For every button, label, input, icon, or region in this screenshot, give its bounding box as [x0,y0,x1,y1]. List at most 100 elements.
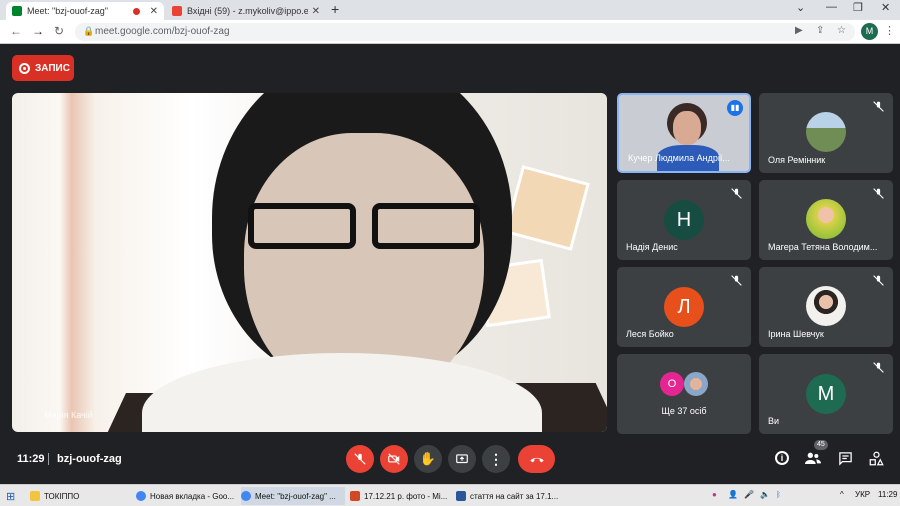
participant-name: Оля Ремінник [768,155,826,165]
mic-off-icon [354,453,366,465]
speaker-glasses [244,203,484,253]
info-icon: i [775,451,789,465]
tab-title: Meet: "bzj-ouof-zag" [27,6,108,16]
lock-icon: 🔒 [83,26,95,36]
word-icon [456,491,466,501]
browser-toolbar: ← → ↻ 🔒 meet.google.com/bzj-ouof-zag ▶ ⇪… [0,20,900,44]
chat-button[interactable] [837,450,853,466]
recording-indicator-icon [132,7,140,15]
address-bar[interactable]: 🔒 meet.google.com/bzj-ouof-zag ▶ ⇪ ☆ [75,23,855,41]
back-button[interactable]: ← [10,24,22,38]
participant-tile[interactable]: ▮▮ Кучер Людмила Андрії... [617,93,751,173]
tray-app-icon[interactable]: ● [712,490,717,499]
mic-icon[interactable]: 🎤 [744,490,754,499]
close-window-button[interactable]: ✕ [881,1,890,14]
taskbar-item[interactable]: Новая вкладка - Goo... [136,487,236,505]
forward-button[interactable]: → [32,24,44,38]
meeting-code: bzj-ouof-zag [57,453,122,465]
mic-off-icon [873,101,884,112]
speaker-sweater [142,353,542,432]
participant-tile[interactable]: Оля Ремінник [759,93,893,173]
participant-tile[interactable]: Н Надія Денис [617,180,751,260]
activities-button[interactable] [868,450,884,466]
gmail-favicon-icon [172,6,182,16]
mic-off-icon [873,362,884,373]
recording-label: ЗАПИС [35,62,70,74]
record-icon [19,62,30,74]
mic-off-icon [731,188,742,199]
tab-gmail[interactable]: Вхідні (59) - z.mykoliv@ippo.edu ✕ [166,2,326,20]
taskbar-item-label: ТОКІППО [44,491,80,501]
taskbar-item-label: Meet: "bzj-ouof-zag" ... [255,491,336,501]
profile-avatar[interactable]: M [861,23,878,40]
chat-icon [838,451,852,466]
recording-button[interactable]: ЗАПИС [12,55,74,81]
taskbar-item-label: 17.12.21 р. фото - Mi... [364,491,448,501]
participant-name: Ви [768,416,780,426]
main-speaker-name: Марія Качій [44,410,93,420]
taskbar-clock[interactable]: 11:29 [878,490,897,499]
raise-hand-button[interactable]: ✋ [414,445,442,473]
camera-icon[interactable]: ▶ [795,25,803,36]
input-language[interactable]: УКР [855,490,870,499]
self-tile[interactable]: M Ви [759,354,893,434]
more-participants-label: Ще 37 осіб [661,406,707,416]
meeting-clock: 11:29 [17,453,45,465]
tab-title: Вхідні (59) - z.mykoliv@ippo.edu [187,6,308,16]
url-text: meet.google.com/bzj-ouof-zag [95,26,230,37]
hand-icon: ✋ [419,451,437,466]
bluetooth-icon[interactable]: ᛒ [776,490,781,499]
taskbar-item[interactable]: стаття на сайт за 17.1... [456,487,560,505]
restore-button[interactable]: ❐ [853,1,863,14]
powerpoint-icon [350,491,360,501]
show-hidden-icons-icon[interactable]: ^ [840,490,844,499]
camera-off-icon [388,453,400,465]
participant-photo [806,286,846,326]
close-tab-icon[interactable]: ✕ [150,6,158,17]
volume-icon[interactable]: 🔈 [760,490,770,499]
taskbar-item[interactable]: Meet: "bzj-ouof-zag" ... [241,487,345,505]
new-tab-button[interactable]: + [331,1,339,17]
main-speaker-video[interactable]: Марія Качій [12,93,607,432]
user-icon[interactable]: 👤 [728,490,738,499]
participant-name: Ірина Шевчук [768,329,824,339]
mic-toggle-button[interactable] [346,445,374,473]
close-tab-icon[interactable]: ✕ [312,6,320,17]
chrome-icon [136,491,146,501]
tab-search-chevron-icon[interactable]: ⌄ [796,1,805,14]
tab-meet[interactable]: Meet: "bzj-ouof-zag" ✕ [6,2,164,20]
participant-count-badge: 45 [814,440,828,450]
windows-taskbar: ⊞ ТОКІППО Новая вкладка - Goo... Meet: "… [0,484,900,506]
more-participants-tile[interactable]: О Ще 37 осіб [617,354,751,434]
taskbar-item[interactable]: 17.12.21 р. фото - Mi... [350,487,450,505]
bookmark-star-icon[interactable]: ☆ [837,25,846,36]
taskbar-item-label: стаття на сайт за 17.1... [470,491,559,501]
meeting-details-button[interactable]: i [774,450,790,466]
taskbar-item-label: Новая вкладка - Goo... [150,491,235,501]
minimize-button[interactable]: — [826,1,837,13]
speaking-indicator-icon: ▮▮ [727,100,743,116]
leave-call-button[interactable] [518,445,555,473]
browser-menu-icon[interactable]: ⋮ [884,24,895,37]
participant-avatar: Н [664,200,704,240]
mic-off-icon [873,188,884,199]
participant-tile[interactable]: Магера Тетяна Володим... [759,180,893,260]
participant-photo [806,112,846,152]
chrome-icon [241,491,251,501]
camera-toggle-button[interactable] [380,445,408,473]
folder-icon [30,491,40,501]
taskbar-item[interactable]: ТОКІППО [30,487,130,505]
participant-tile[interactable]: Ірина Шевчук [759,267,893,347]
browser-tab-strip: Meet: "bzj-ouof-zag" ✕ Вхідні (59) - z.m… [0,0,900,20]
present-icon [456,454,468,464]
people-button[interactable] [805,450,821,466]
more-options-button[interactable]: ⋮ [482,445,510,473]
windows-start-icon[interactable]: ⊞ [6,487,15,505]
participant-photo [684,372,708,396]
present-screen-button[interactable] [448,445,476,473]
participant-tile[interactable]: Л Леся Бойко [617,267,751,347]
reload-button[interactable]: ↻ [54,24,64,38]
mic-off-icon [731,275,742,286]
share-icon[interactable]: ⇪ [816,25,824,36]
participant-name: Магера Тетяна Володим... [768,242,878,252]
